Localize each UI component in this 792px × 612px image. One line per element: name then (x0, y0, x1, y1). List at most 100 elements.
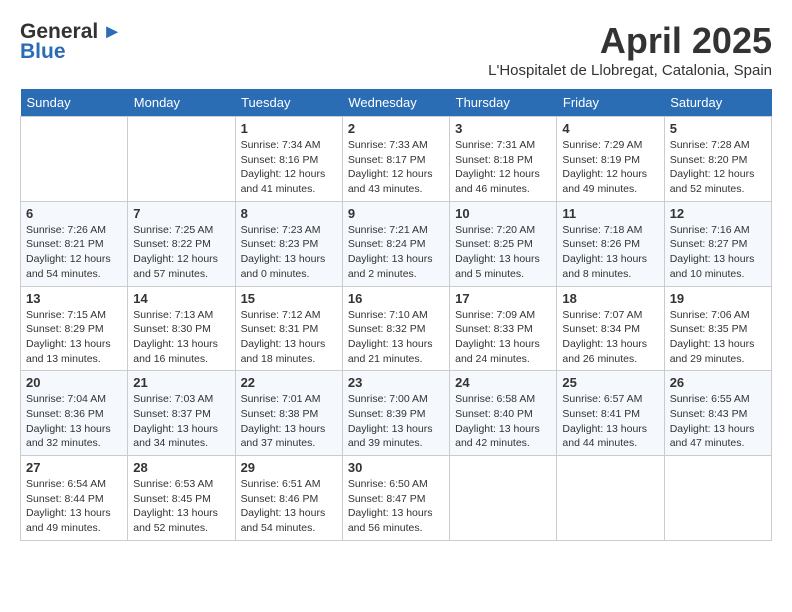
calendar-cell-1-4: 2 Sunrise: 7:33 AM Sunset: 8:17 PM Daylig… (342, 117, 449, 202)
day-detail: Sunrise: 7:03 AM Sunset: 8:37 PM Dayligh… (133, 392, 229, 451)
day-number: 22 (241, 375, 337, 390)
day-detail: Sunrise: 7:06 AM Sunset: 8:35 PM Dayligh… (670, 308, 766, 367)
calendar-table: Sunday Monday Tuesday Wednesday Thursday… (20, 89, 772, 541)
day-number: 13 (26, 291, 122, 306)
day-detail: Sunrise: 7:13 AM Sunset: 8:30 PM Dayligh… (133, 308, 229, 367)
calendar-week-4: 20 Sunrise: 7:04 AM Sunset: 8:36 PM Dayli… (21, 371, 772, 456)
day-number: 19 (670, 291, 766, 306)
calendar-cell-1-5: 3 Sunrise: 7:31 AM Sunset: 8:18 PM Daylig… (450, 117, 557, 202)
calendar-cell-4-2: 21 Sunrise: 7:03 AM Sunset: 8:37 PM Dayli… (128, 371, 235, 456)
day-number: 27 (26, 460, 122, 475)
day-number: 6 (26, 206, 122, 221)
day-detail: Sunrise: 7:21 AM Sunset: 8:24 PM Dayligh… (348, 223, 444, 282)
header-saturday: Saturday (664, 89, 771, 117)
logo: General ► Blue (20, 20, 122, 64)
calendar-cell-3-3: 15 Sunrise: 7:12 AM Sunset: 8:31 PM Dayli… (235, 286, 342, 371)
header-monday: Monday (128, 89, 235, 117)
day-detail: Sunrise: 7:16 AM Sunset: 8:27 PM Dayligh… (670, 223, 766, 282)
calendar-cell-2-5: 10 Sunrise: 7:20 AM Sunset: 8:25 PM Dayli… (450, 201, 557, 286)
day-detail: Sunrise: 7:01 AM Sunset: 8:38 PM Dayligh… (241, 392, 337, 451)
calendar-cell-5-3: 29 Sunrise: 6:51 AM Sunset: 8:46 PM Dayli… (235, 456, 342, 541)
day-number: 5 (670, 121, 766, 136)
day-number: 10 (455, 206, 551, 221)
calendar-cell-3-1: 13Sunrise: 7:15 AM Sunset: 8:29 PM Dayli… (21, 286, 128, 371)
day-number: 26 (670, 375, 766, 390)
calendar-cell-1-7: 5 Sunrise: 7:28 AM Sunset: 8:20 PM Daylig… (664, 117, 771, 202)
day-number: 11 (562, 206, 658, 221)
day-detail: Sunrise: 7:34 AM Sunset: 8:16 PM Dayligh… (241, 138, 337, 197)
day-number: 4 (562, 121, 658, 136)
logo-blue-text: Blue (20, 40, 66, 64)
day-number: 15 (241, 291, 337, 306)
calendar-cell-4-6: 25 Sunrise: 6:57 AM Sunset: 8:41 PM Dayli… (557, 371, 664, 456)
calendar-cell-1-2 (128, 117, 235, 202)
day-detail: Sunrise: 7:33 AM Sunset: 8:17 PM Dayligh… (348, 138, 444, 197)
day-detail: Sunrise: 7:31 AM Sunset: 8:18 PM Dayligh… (455, 138, 551, 197)
calendar-week-2: 6 Sunrise: 7:26 AM Sunset: 8:21 PM Daylig… (21, 201, 772, 286)
day-detail: Sunrise: 7:00 AM Sunset: 8:39 PM Dayligh… (348, 392, 444, 451)
header-sunday: Sunday (21, 89, 128, 117)
day-detail: Sunrise: 7:20 AM Sunset: 8:25 PM Dayligh… (455, 223, 551, 282)
calendar-cell-4-5: 24 Sunrise: 6:58 AM Sunset: 8:40 PM Dayli… (450, 371, 557, 456)
calendar-cell-3-2: 14Sunrise: 7:13 AM Sunset: 8:30 PM Dayli… (128, 286, 235, 371)
day-detail: Sunrise: 7:09 AM Sunset: 8:33 PM Dayligh… (455, 308, 551, 367)
day-number: 25 (562, 375, 658, 390)
calendar-cell-3-6: 18Sunrise: 7:07 AM Sunset: 8:34 PM Dayli… (557, 286, 664, 371)
header-thursday: Thursday (450, 89, 557, 117)
day-number: 2 (348, 121, 444, 136)
day-detail: Sunrise: 7:04 AM Sunset: 8:36 PM Dayligh… (26, 392, 122, 451)
day-detail: Sunrise: 6:57 AM Sunset: 8:41 PM Dayligh… (562, 392, 658, 451)
day-number: 16 (348, 291, 444, 306)
calendar-cell-1-3: 1 Sunrise: 7:34 AM Sunset: 8:16 PM Daylig… (235, 117, 342, 202)
calendar-cell-5-6 (557, 456, 664, 541)
location: L'Hospitalet de Llobregat, Catalonia, Sp… (488, 62, 772, 79)
day-number: 7 (133, 206, 229, 221)
calendar-header-row: Sunday Monday Tuesday Wednesday Thursday… (21, 89, 772, 117)
day-number: 3 (455, 121, 551, 136)
calendar-week-3: 13Sunrise: 7:15 AM Sunset: 8:29 PM Dayli… (21, 286, 772, 371)
day-detail: Sunrise: 7:12 AM Sunset: 8:31 PM Dayligh… (241, 308, 337, 367)
day-number: 17 (455, 291, 551, 306)
calendar-cell-2-4: 9 Sunrise: 7:21 AM Sunset: 8:24 PM Daylig… (342, 201, 449, 286)
calendar-cell-5-2: 28 Sunrise: 6:53 AM Sunset: 8:45 PM Dayli… (128, 456, 235, 541)
calendar-cell-2-7: 12 Sunrise: 7:16 AM Sunset: 8:27 PM Dayli… (664, 201, 771, 286)
day-detail: Sunrise: 7:18 AM Sunset: 8:26 PM Dayligh… (562, 223, 658, 282)
day-number: 24 (455, 375, 551, 390)
day-detail: Sunrise: 6:51 AM Sunset: 8:46 PM Dayligh… (241, 477, 337, 536)
day-number: 1 (241, 121, 337, 136)
day-number: 21 (133, 375, 229, 390)
day-number: 9 (348, 206, 444, 221)
calendar-cell-4-4: 23Sunrise: 7:00 AM Sunset: 8:39 PM Dayli… (342, 371, 449, 456)
calendar-cell-2-1: 6 Sunrise: 7:26 AM Sunset: 8:21 PM Daylig… (21, 201, 128, 286)
calendar-cell-5-5 (450, 456, 557, 541)
day-detail: Sunrise: 6:54 AM Sunset: 8:44 PM Dayligh… (26, 477, 122, 536)
calendar-cell-1-6: 4Sunrise: 7:29 AM Sunset: 8:19 PM Daylig… (557, 117, 664, 202)
day-number: 29 (241, 460, 337, 475)
calendar-cell-4-1: 20 Sunrise: 7:04 AM Sunset: 8:36 PM Dayli… (21, 371, 128, 456)
day-number: 20 (26, 375, 122, 390)
day-detail: Sunrise: 7:26 AM Sunset: 8:21 PM Dayligh… (26, 223, 122, 282)
calendar-cell-3-4: 16Sunrise: 7:10 AM Sunset: 8:32 PM Dayli… (342, 286, 449, 371)
title-block: April 2025 L'Hospitalet de Llobregat, Ca… (488, 20, 772, 79)
day-detail: Sunrise: 7:28 AM Sunset: 8:20 PM Dayligh… (670, 138, 766, 197)
logo-bird-icon: ► (102, 21, 122, 44)
day-detail: Sunrise: 6:58 AM Sunset: 8:40 PM Dayligh… (455, 392, 551, 451)
day-number: 8 (241, 206, 337, 221)
calendar-cell-4-3: 22 Sunrise: 7:01 AM Sunset: 8:38 PM Dayli… (235, 371, 342, 456)
calendar-cell-5-1: 27 Sunrise: 6:54 AM Sunset: 8:44 PM Dayli… (21, 456, 128, 541)
day-number: 12 (670, 206, 766, 221)
month-title: April 2025 (488, 20, 772, 62)
day-detail: Sunrise: 6:53 AM Sunset: 8:45 PM Dayligh… (133, 477, 229, 536)
page-header: General ► Blue April 2025 L'Hospitalet d… (20, 20, 772, 79)
calendar-cell-2-3: 8Sunrise: 7:23 AM Sunset: 8:23 PM Daylig… (235, 201, 342, 286)
calendar-cell-5-4: 30Sunrise: 6:50 AM Sunset: 8:47 PM Dayli… (342, 456, 449, 541)
calendar-cell-3-7: 19 Sunrise: 7:06 AM Sunset: 8:35 PM Dayli… (664, 286, 771, 371)
day-detail: Sunrise: 7:25 AM Sunset: 8:22 PM Dayligh… (133, 223, 229, 282)
calendar-cell-5-7 (664, 456, 771, 541)
day-number: 28 (133, 460, 229, 475)
header-tuesday: Tuesday (235, 89, 342, 117)
header-wednesday: Wednesday (342, 89, 449, 117)
day-number: 30 (348, 460, 444, 475)
calendar-cell-2-2: 7 Sunrise: 7:25 AM Sunset: 8:22 PM Daylig… (128, 201, 235, 286)
header-friday: Friday (557, 89, 664, 117)
